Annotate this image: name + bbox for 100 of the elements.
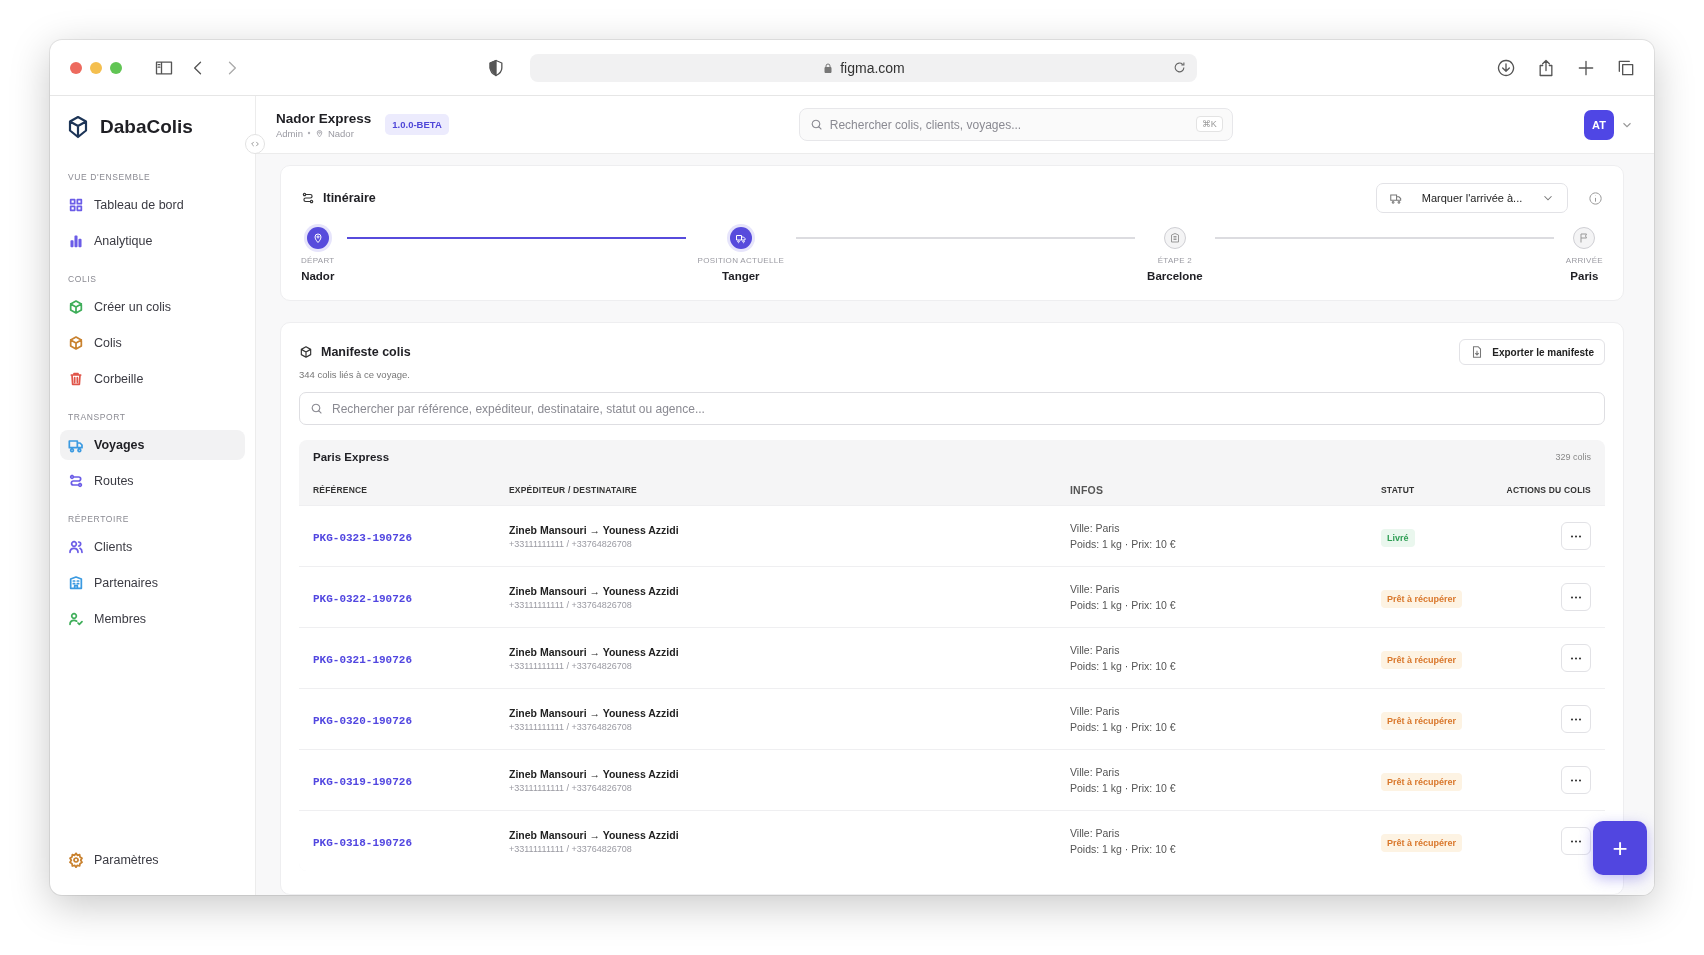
row-actions-button[interactable] [1561, 827, 1591, 855]
row-actions-button[interactable] [1561, 583, 1591, 611]
collapse-handle[interactable] [245, 134, 265, 154]
row-actions-button[interactable] [1561, 705, 1591, 733]
weight-price-info: Poids: 1 kg · Prix: 10 € [1070, 721, 1177, 733]
section-label: COLIS [67, 273, 98, 286]
reload-icon[interactable] [1172, 60, 1187, 75]
step-label: ÉTAPE 2 [1157, 256, 1193, 265]
nav-item[interactable]: Clients [60, 532, 245, 562]
more-icon [1570, 717, 1582, 721]
phone-numbers: +33111111111 / +33764826708 [509, 599, 633, 610]
more-icon [1570, 839, 1582, 843]
city-info: Ville: Paris [1070, 705, 1121, 717]
step-place: Paris [1570, 270, 1599, 282]
weight-price-info: Poids: 1 kg · Prix: 10 € [1070, 599, 1177, 611]
nav-item[interactable]: Créer un colis [60, 292, 245, 322]
reference-link[interactable]: PKG-0321-190726 [313, 654, 413, 666]
phone-numbers: +33111111111 / +33764826708 [509, 538, 633, 549]
sender-recipient: Zineb Mansouri → Youness Azzidi [509, 767, 680, 780]
reference-link[interactable]: PKG-0320-190726 [313, 715, 413, 727]
column-header: ACTIONS DU COLIS [1505, 484, 1591, 495]
nav-item[interactable]: Routes [60, 466, 245, 496]
column-header: STATUT [1381, 484, 1416, 495]
pin-icon [314, 128, 324, 138]
manifest-search-field[interactable]: Rechercher par référence, expéditeur, destinataire, statut ou agence... [299, 392, 1605, 425]
zoom-window-button[interactable] [110, 61, 122, 74]
address-bar[interactable]: figma.com [530, 53, 1197, 82]
search-icon [310, 402, 323, 415]
search-icon [809, 118, 823, 131]
reference-link[interactable]: PKG-0323-190726 [313, 532, 413, 544]
city-info: Ville: Paris [1070, 644, 1121, 656]
status-badge: Prêt à récupérer [1381, 651, 1463, 669]
sender-recipient: Zineb Mansouri → Youness Azzidi [509, 584, 680, 597]
download-icon[interactable] [1496, 57, 1516, 78]
close-window-button[interactable] [70, 61, 82, 74]
nav-item[interactable]: Paramètres [60, 845, 245, 875]
weight-price-info: Poids: 1 kg · Prix: 10 € [1070, 782, 1177, 794]
workspace-name: Nador Express [276, 110, 372, 126]
section-label: RÉPERTOIRE [67, 513, 130, 526]
user-role: Admin [276, 127, 303, 139]
export-button[interactable]: Exporter le manifeste [1459, 339, 1605, 365]
row-actions-button[interactable] [1561, 644, 1591, 672]
group-count: 329 colis [1555, 452, 1591, 462]
shortcut-hint: ⌘K [1195, 116, 1223, 132]
column-header: RÉFÉRENCE [313, 484, 369, 495]
status-badge: Livré [1381, 529, 1415, 547]
nav-item[interactable]: Tableau de bord [60, 190, 245, 220]
version-badge: 1.0.0-BETA [385, 114, 449, 135]
route-icon [301, 191, 315, 205]
more-icon [1570, 534, 1582, 538]
minimize-window-button[interactable] [90, 61, 102, 74]
sender-recipient: Zineb Mansouri → Youness Azzidi [509, 523, 680, 536]
truck-icon [1389, 191, 1403, 205]
step-label: ARRIVÉE [1565, 256, 1603, 265]
reference-link[interactable]: PKG-0318-190726 [313, 837, 413, 849]
more-icon [1570, 656, 1582, 660]
sender-recipient: Zineb Mansouri → Youness Azzidi [509, 706, 680, 719]
row-actions-button[interactable] [1561, 766, 1591, 794]
column-header: EXPÉDITEUR / DESTINATAIRE [509, 484, 638, 495]
column-header: INFOS [1070, 483, 1105, 496]
weight-price-info: Poids: 1 kg · Prix: 10 € [1070, 843, 1177, 855]
step-label: POSITION ACTUELLE [697, 256, 785, 265]
card-title: Itinéraire [323, 191, 376, 205]
nav-item[interactable]: Voyages [60, 430, 245, 460]
nav-item[interactable]: Corbeille [60, 364, 245, 394]
step-place: Nador [301, 270, 335, 282]
section-label: VUE D'ENSEMBLE [67, 171, 152, 184]
reference-link[interactable]: PKG-0319-190726 [313, 776, 413, 788]
phone-numbers: +33111111111 / +33764826708 [509, 782, 633, 793]
phone-numbers: +33111111111 / +33764826708 [509, 721, 633, 732]
mark-arrival-dropdown[interactable]: Marquer l'arrivée à... [1376, 183, 1568, 213]
city-info: Ville: Paris [1070, 766, 1121, 778]
location-label: Nador [327, 127, 354, 139]
step-place: Barcelone [1147, 270, 1203, 282]
status-badge: Prêt à récupérer [1381, 590, 1463, 608]
user-avatar[interactable]: AT [1584, 109, 1614, 140]
weight-price-info: Poids: 1 kg · Prix: 10 € [1070, 660, 1177, 672]
status-badge: Prêt à récupérer [1381, 773, 1463, 791]
nav-item[interactable]: Analytique [60, 226, 245, 256]
city-info: Ville: Paris [1070, 827, 1121, 839]
info-icon[interactable] [1588, 190, 1603, 206]
status-badge: Prêt à récupérer [1381, 712, 1463, 730]
nav-item[interactable]: Colis [60, 328, 245, 358]
phone-numbers: +33111111111 / +33764826708 [509, 843, 633, 854]
weight-price-info: Poids: 1 kg · Prix: 10 € [1070, 538, 1177, 550]
row-actions-button[interactable] [1561, 522, 1591, 550]
cube-logo-icon [66, 114, 90, 140]
nav-item[interactable]: Partenaires [60, 568, 245, 598]
more-icon [1570, 595, 1582, 599]
box-icon [299, 345, 313, 359]
manifest-subtitle: 344 colis liés à ce voyage. [299, 369, 411, 380]
status-badge: Prêt à récupérer [1381, 834, 1463, 852]
sender-recipient: Zineb Mansouri → Youness Azzidi [509, 645, 680, 658]
more-icon [1570, 778, 1582, 782]
city-info: Ville: Paris [1070, 522, 1121, 534]
add-button[interactable]: + [1593, 821, 1647, 875]
truck-icon [734, 232, 747, 244]
nav-item[interactable]: Membres [60, 604, 245, 634]
reference-link[interactable]: PKG-0322-190726 [313, 593, 413, 605]
pin-icon [311, 232, 324, 244]
